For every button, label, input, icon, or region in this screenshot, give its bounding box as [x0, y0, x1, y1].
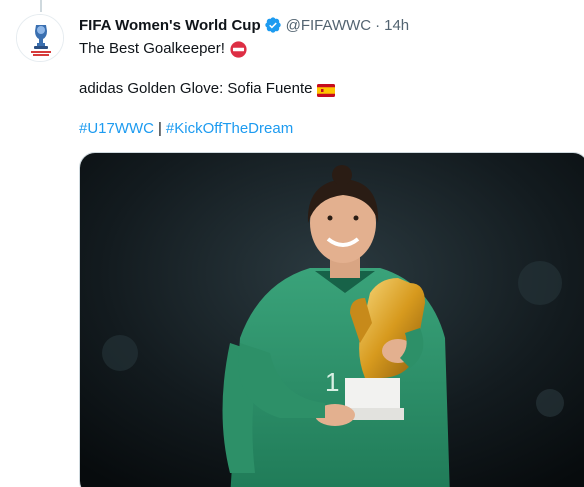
tweet-media-photo[interactable]: 1 — [79, 152, 584, 487]
goalkeeper-photo-image: 1 — [80, 153, 584, 487]
author-handle[interactable]: @FIFAWWC — [286, 17, 372, 34]
trophy-logo-icon — [17, 15, 63, 61]
svg-text:1: 1 — [325, 367, 339, 397]
tweet-content: FIFA Women's World Cup @FIFAWWC · 14h Th… — [79, 14, 584, 139]
hashtag-kickoffthedream[interactable]: #KickOffTheDream — [166, 119, 293, 139]
tweet-hashtags: #U17WWC | #KickOffTheDream — [79, 119, 584, 139]
separator-dot: · — [375, 16, 381, 34]
tweet-text-goalkeeper: The Best Goalkeeper! — [79, 40, 225, 57]
avatar[interactable] — [16, 14, 64, 62]
tweet-text-golden-glove: adidas Golden Glove: Sofia Fuente — [79, 80, 313, 97]
author-name[interactable]: FIFA Women's World Cup — [79, 17, 261, 34]
hashtag-separator: | — [158, 120, 162, 137]
tweet-text-line-2: adidas Golden Glove: Sofia Fuente — [79, 79, 584, 99]
no-entry-emoji-icon — [230, 40, 247, 58]
verified-badge-icon — [264, 16, 282, 34]
timestamp[interactable]: 14h — [384, 17, 409, 34]
tweet-text-line-1: The Best Goalkeeper! — [79, 39, 584, 59]
tweet-header: FIFA Women's World Cup @FIFAWWC · 14h — [79, 14, 584, 36]
hashtag-u17wwc[interactable]: #U17WWC — [79, 119, 154, 139]
spain-flag-emoji-icon — [317, 83, 336, 97]
thread-connector-line — [40, 0, 42, 12]
